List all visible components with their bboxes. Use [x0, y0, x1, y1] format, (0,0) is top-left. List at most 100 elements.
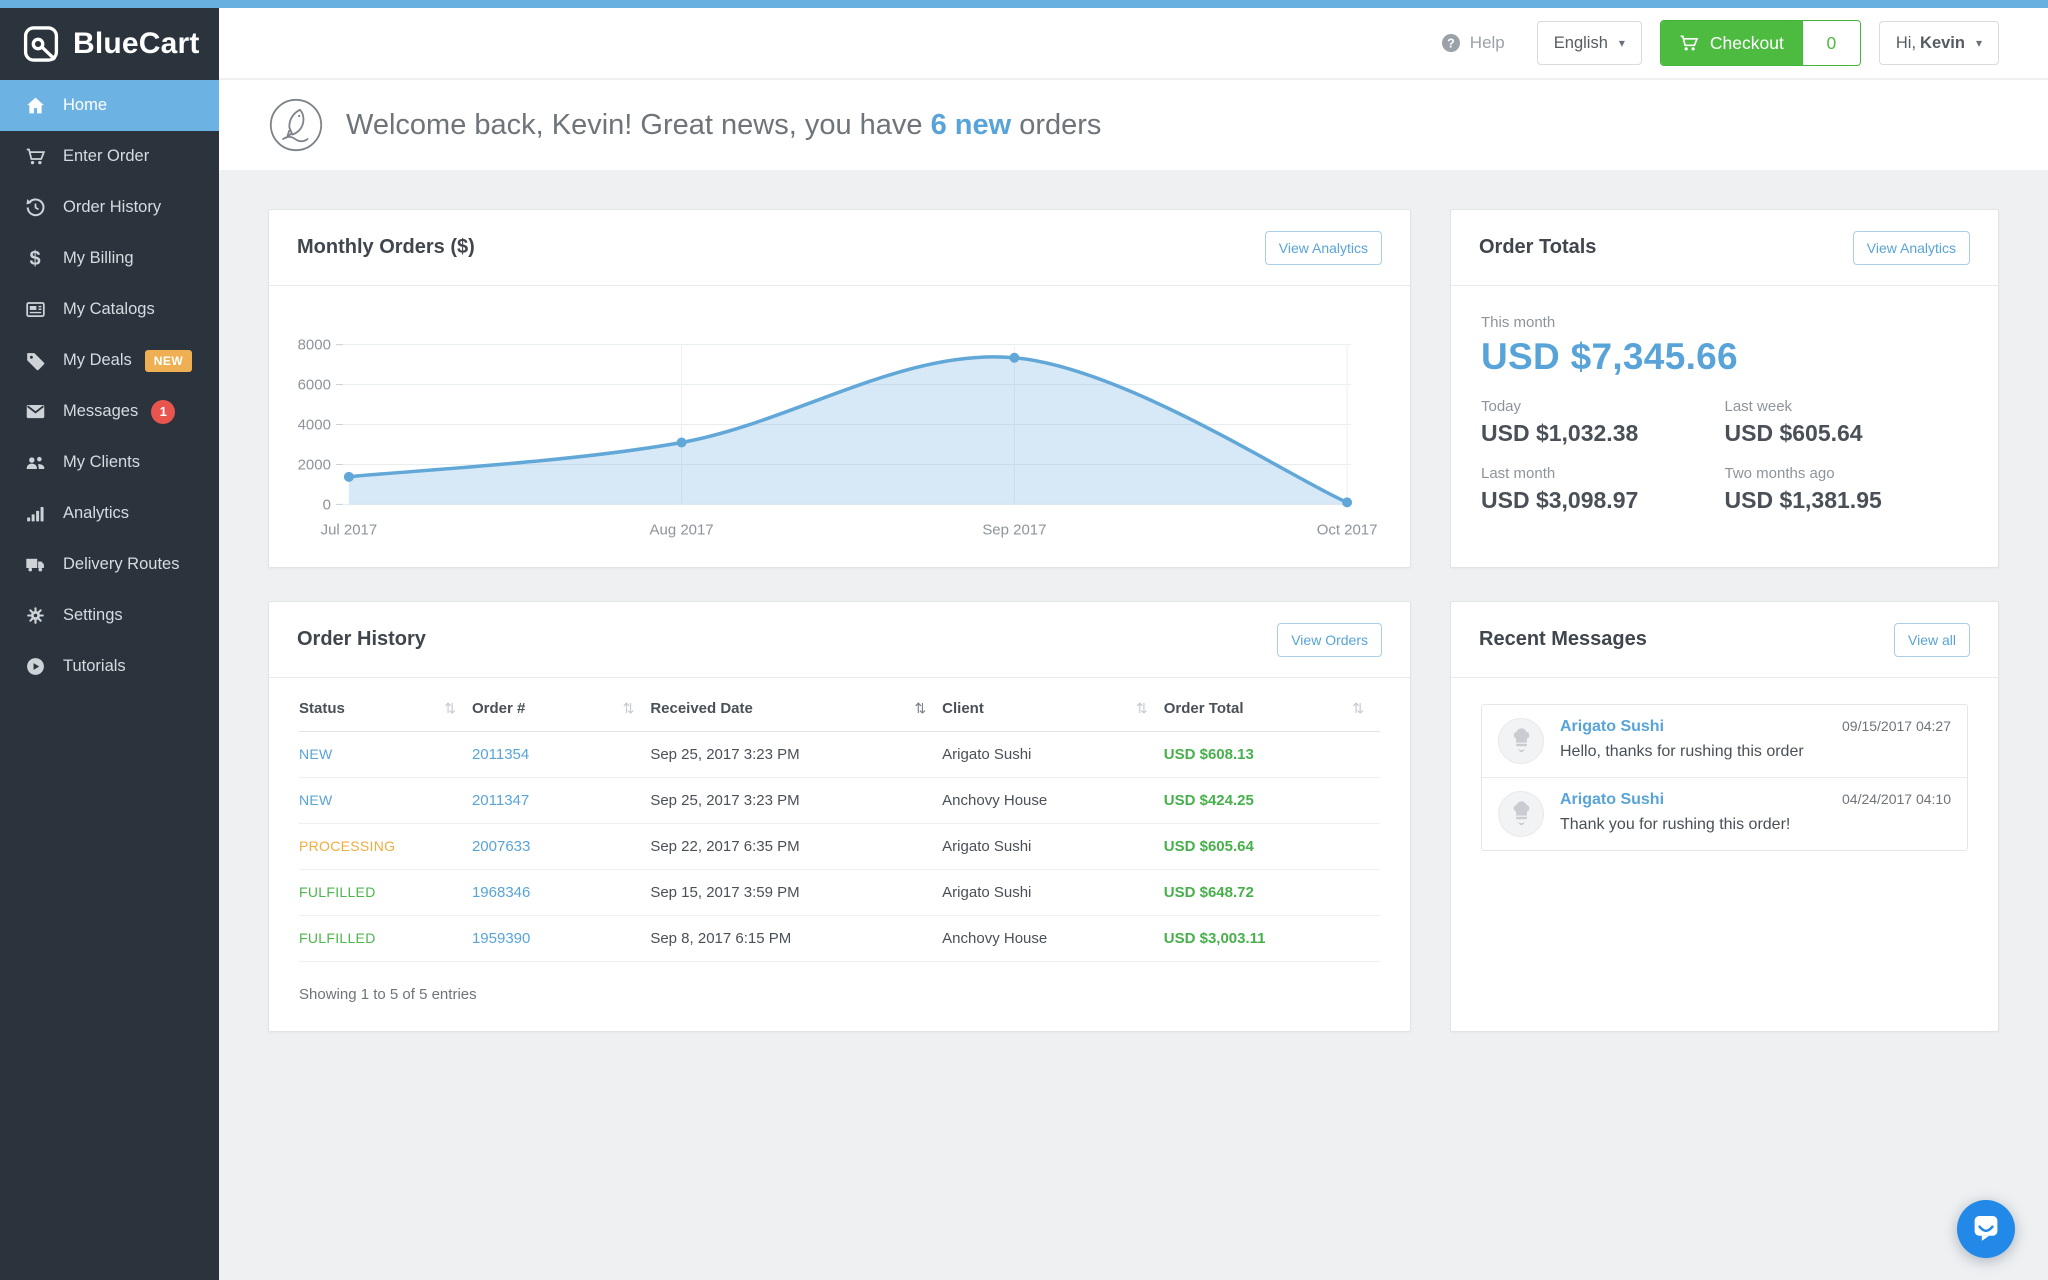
sort-icon[interactable]: ⇅	[914, 700, 926, 717]
order-status: NEW	[299, 792, 333, 808]
new-orders-count: 6 new	[931, 109, 1012, 141]
brand-logo[interactable]: BlueCart	[0, 8, 219, 80]
monthly-orders-card: Monthly Orders ($) View Analytics 020004…	[268, 209, 1411, 568]
client-name: Arigato Sushi	[942, 838, 1031, 855]
stat-label: Two months ago	[1725, 465, 1969, 482]
client-name: Arigato Sushi	[942, 746, 1031, 763]
order-number-link[interactable]: 2011347	[472, 792, 529, 809]
sidebar-item-order-history[interactable]: Order History	[0, 182, 219, 233]
welcome-message: Welcome back, Kevin! Great news, you hav…	[346, 109, 1101, 142]
order-row: FULFILLED1968346Sep 15, 2017 3:59 PMArig…	[299, 870, 1380, 916]
message-item[interactable]: Arigato Sushi09/15/2017 04:27Hello, than…	[1482, 705, 1967, 778]
view-analytics-button[interactable]: View Analytics	[1265, 231, 1382, 265]
message-timestamp: 09/15/2017 04:27	[1842, 718, 1951, 734]
order-number-link[interactable]: 2011354	[472, 746, 529, 763]
sidebar-item-my-catalogs[interactable]: My Catalogs	[0, 284, 219, 335]
sidebar-item-my-clients[interactable]: My Clients	[0, 437, 219, 488]
sidebar-item-delivery-routes[interactable]: Delivery Routes	[0, 539, 219, 590]
caret-down-icon: ▾	[1976, 36, 1982, 50]
svg-text:?: ?	[1447, 36, 1455, 50]
chat-launcher-button[interactable]	[1957, 1200, 2015, 1258]
column-header-order-[interactable]: Order #⇅	[472, 684, 650, 732]
order-row: NEW2011347Sep 25, 2017 3:23 PMAnchovy Ho…	[299, 778, 1380, 824]
y-axis-tick: 0	[323, 496, 331, 513]
bars-icon	[23, 502, 47, 526]
y-axis-tick: 2000	[298, 456, 331, 473]
order-status: NEW	[299, 746, 333, 762]
order-number-link[interactable]: 2007633	[472, 838, 530, 855]
brand-name: BlueCart	[73, 27, 200, 61]
recent-messages-title: Recent Messages	[1479, 628, 1647, 651]
help-button[interactable]: ? Help	[1441, 33, 1505, 53]
sort-icon[interactable]: ⇅	[1352, 700, 1364, 717]
language-dropdown[interactable]: English ▾	[1537, 21, 1642, 65]
order-totals-card: Order Totals View Analytics This month U…	[1450, 209, 1999, 568]
sidebar-item-home[interactable]: Home	[0, 80, 219, 131]
sort-icon[interactable]: ⇅	[1136, 700, 1148, 717]
total-stat-last-month: Last monthUSD $3,098.97	[1481, 465, 1725, 514]
envelope-icon	[23, 400, 47, 424]
column-header-order-total[interactable]: Order Total⇅	[1164, 684, 1380, 732]
order-row: NEW2011354Sep 25, 2017 3:23 PMArigato Su…	[299, 732, 1380, 778]
message-item[interactable]: Arigato Sushi04/24/2017 04:10Thank you f…	[1482, 778, 1967, 850]
stat-value: USD $1,032.38	[1481, 420, 1725, 447]
sidebar-item-my-deals[interactable]: My DealsNEW	[0, 335, 219, 386]
sidebar-item-label: My Clients	[63, 453, 140, 472]
x-axis-label: Sep 2017	[982, 521, 1046, 538]
sidebar-item-enter-order[interactable]: Enter Order	[0, 131, 219, 182]
y-axis-tick: 6000	[298, 377, 331, 394]
view-all-button[interactable]: View all	[1894, 623, 1970, 657]
dollar-icon: $	[23, 247, 47, 271]
view-orders-button[interactable]: View Orders	[1277, 623, 1382, 657]
sort-icon[interactable]: ⇅	[623, 700, 635, 717]
column-header-status[interactable]: Status⇅	[299, 684, 472, 732]
column-header-client[interactable]: Client⇅	[942, 684, 1164, 732]
sidebar-item-tutorials[interactable]: Tutorials	[0, 641, 219, 692]
sidebar-item-label: My Billing	[63, 249, 134, 268]
view-analytics-button[interactable]: View Analytics	[1853, 231, 1970, 265]
stat-label: Last month	[1481, 465, 1725, 482]
x-axis-label: Jul 2017	[321, 521, 378, 538]
message-sender[interactable]: Arigato Sushi	[1560, 791, 1664, 809]
order-history-title: Order History	[297, 628, 426, 651]
message-sender[interactable]: Arigato Sushi	[1560, 718, 1664, 736]
order-total: USD $648.72	[1164, 884, 1254, 901]
column-header-received-date[interactable]: Received Date⇅	[650, 684, 942, 732]
stat-value: USD $1,381.95	[1725, 487, 1969, 514]
sidebar-item-analytics[interactable]: Analytics	[0, 488, 219, 539]
sidebar-item-settings[interactable]: Settings	[0, 590, 219, 641]
order-number-link[interactable]: 1968346	[472, 884, 530, 901]
question-circle-icon: ?	[1441, 33, 1461, 53]
sidebar-item-messages[interactable]: Messages1	[0, 386, 219, 437]
received-date: Sep 15, 2017 3:59 PM	[650, 884, 799, 901]
sidebar-item-label: Analytics	[63, 504, 129, 523]
order-number-link[interactable]: 1959390	[472, 930, 530, 947]
user-menu[interactable]: Hi,Kevin ▾	[1879, 21, 1999, 65]
totals-grid: TodayUSD $1,032.38Last weekUSD $605.64La…	[1481, 398, 1968, 514]
sidebar-item-label: Enter Order	[63, 147, 149, 166]
unread-count-badge: 1	[151, 400, 175, 424]
line-chart: 02000400060008000Jul 2017Aug 2017Sep 201…	[293, 326, 1386, 561]
order-total: USD $424.25	[1164, 792, 1254, 809]
order-row: FULFILLED1959390Sep 8, 2017 6:15 PMAncho…	[299, 916, 1380, 962]
checkout-main: Checkout	[1661, 21, 1802, 65]
help-label: Help	[1470, 33, 1505, 53]
x-axis-label: Oct 2017	[1317, 521, 1378, 538]
tag-icon	[23, 349, 47, 373]
bluecart-logo-icon	[20, 23, 62, 65]
data-point	[1009, 353, 1019, 363]
sidebar-item-label: Delivery Routes	[63, 555, 179, 574]
stat-label: Last week	[1725, 398, 1969, 415]
order-row: PROCESSING2007633Sep 22, 2017 6:35 PMAri…	[299, 824, 1380, 870]
history-icon	[23, 196, 47, 220]
checkout-button[interactable]: Checkout 0	[1660, 20, 1861, 66]
this-month-value: USD $7,345.66	[1481, 336, 1968, 378]
sort-icon[interactable]: ⇅	[444, 700, 456, 717]
monthly-orders-chart: 02000400060008000Jul 2017Aug 2017Sep 201…	[269, 286, 1410, 561]
fish-avatar-icon	[269, 98, 323, 152]
order-total: USD $3,003.11	[1164, 930, 1266, 947]
welcome-banner: Welcome back, Kevin! Great news, you hav…	[219, 80, 2048, 170]
sidebar-item-label: Tutorials	[63, 657, 126, 676]
sidebar-item-my-billing[interactable]: $ My Billing	[0, 233, 219, 284]
gear-icon	[23, 604, 47, 628]
